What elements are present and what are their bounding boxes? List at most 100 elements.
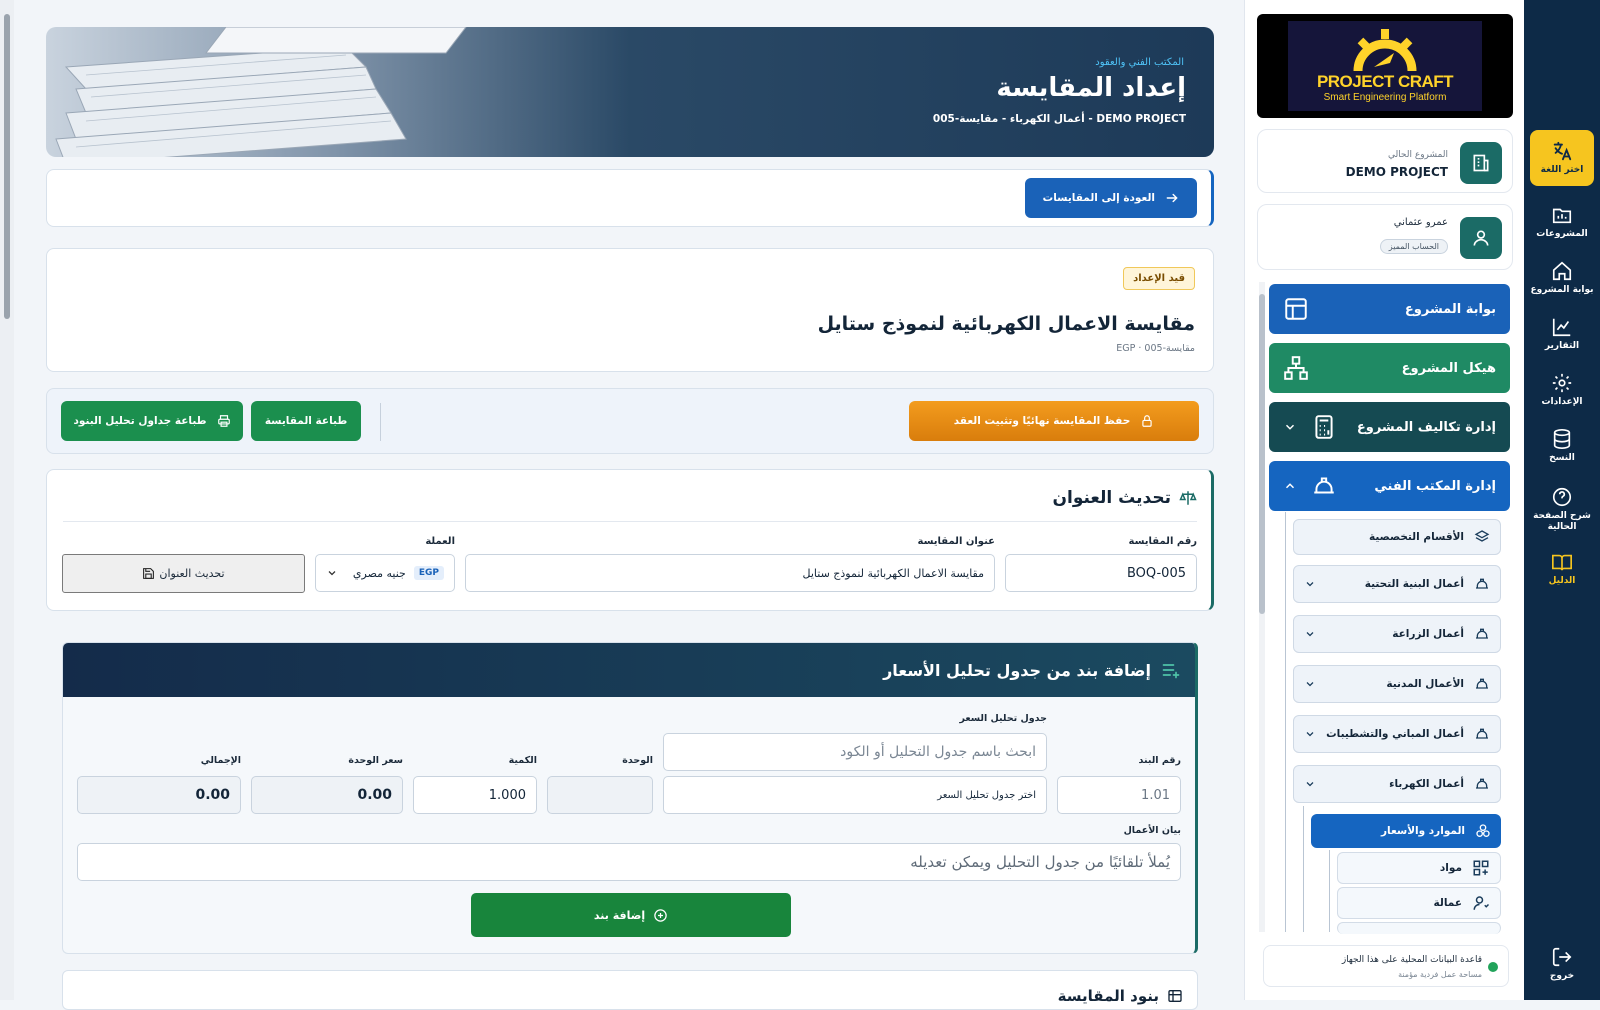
finalize-boq-button[interactable]: حفظ المقايسة نهائيًا وتثبيت العقد: [909, 401, 1199, 441]
boq-items-heading-text: بنود المقايسة: [1057, 987, 1159, 1005]
user-icon: [1460, 217, 1502, 259]
nav-label: إدارة تكاليف المشروع: [1356, 419, 1496, 435]
scrollbar-thumb[interactable]: [4, 14, 10, 319]
print-boq-button[interactable]: طباعة المقايسة: [251, 401, 361, 441]
sidebar-item-civil[interactable]: الأعمال المدنية: [1293, 665, 1501, 703]
icon-rail: اختر اللغة المشروعات بوابة المشروع التقا…: [1524, 0, 1600, 1000]
sidebar-item-partial[interactable]: [1337, 922, 1501, 934]
nav-label: بوابة المشروع: [1404, 301, 1496, 317]
tree-line: [1329, 850, 1330, 932]
boq-number-input[interactable]: BOQ-005: [1005, 554, 1197, 592]
unit-input[interactable]: [547, 776, 653, 814]
sidebar-item-label: أعمال البنية التحتية: [1364, 578, 1464, 590]
nav-technical-office[interactable]: إدارة المكتب الفني: [1269, 461, 1510, 511]
finalize-label: حفظ المقايسة نهائيًا وتثبيت العقد: [953, 415, 1131, 427]
currency-label: العملة: [425, 536, 455, 547]
folder-chart-icon: [1552, 208, 1572, 224]
currency-code: EGP: [413, 566, 444, 580]
db-status-text: قاعدة البيانات المحلية على هذا الجهاز: [1341, 955, 1482, 965]
plus-circle-icon: [654, 908, 667, 922]
home-icon: [1552, 261, 1572, 281]
grid-plus-icon: [1473, 860, 1489, 876]
qty-label: الكمية: [508, 755, 537, 766]
scale-icon: [1179, 491, 1197, 505]
sidebar-item-resources-prices[interactable]: الموارد والأسعار: [1311, 814, 1501, 848]
rail-portal[interactable]: بوابة المشروع: [1530, 252, 1594, 304]
current-project-card[interactable]: المشروع الحالي DEMO PROJECT: [1257, 129, 1513, 193]
status-badge: قيد الإعداد: [1123, 267, 1195, 290]
nav-cost-management[interactable]: إدارة تكاليف المشروع: [1269, 402, 1510, 452]
description-input[interactable]: يُملأ تلقائيًا من جدول التحليل ويمكن تعد…: [77, 843, 1181, 881]
item-no-label: رقم البند: [1138, 755, 1181, 766]
nav-project-structure[interactable]: هيكل المشروع: [1269, 343, 1510, 393]
boq-title-label: عنوان المقايسة: [917, 536, 995, 547]
rail-projects[interactable]: المشروعات: [1530, 196, 1594, 248]
chart-line-icon: [1552, 318, 1571, 337]
rail-language[interactable]: اختر اللغة: [1530, 130, 1594, 186]
sidebar-item-specialized-sections[interactable]: الأقسام التخصصية: [1293, 519, 1501, 555]
add-item-heading-text: إضافة بند من جدول تحليل الأسعار: [883, 660, 1151, 680]
rail-guide[interactable]: الدليل: [1530, 543, 1594, 595]
chevron-up-icon: [1285, 483, 1295, 489]
boq-number-label: رقم المقايسة: [1128, 536, 1197, 547]
sidebar-item-label: الأقسام التخصصية: [1368, 531, 1464, 543]
sidebar-item-labor[interactable]: عمالة: [1337, 887, 1501, 919]
sidebar-item-label: أعمال الكهرباء: [1389, 778, 1464, 790]
sidebar-scrollbar-thumb[interactable]: [1259, 294, 1265, 614]
analysis-search-input[interactable]: ابحث باسم جدول التحليل أو الكود: [663, 733, 1047, 771]
add-item-button[interactable]: إضافة بند: [471, 893, 791, 937]
total-input: 0.00: [77, 776, 241, 814]
rail-label: خروج: [1549, 971, 1575, 981]
logo-title: PROJECT CRAFT: [1316, 72, 1454, 91]
sidebar-item-infrastructure[interactable]: أعمال البنية التحتية: [1293, 565, 1501, 603]
item-no-input[interactable]: 1.01: [1057, 776, 1181, 814]
gear-logo-icon: [1353, 29, 1417, 72]
lock-icon: [1142, 415, 1152, 427]
resources-icon: [1476, 824, 1490, 837]
sidebar-scrollbar[interactable]: [1259, 282, 1265, 932]
rail-logout[interactable]: خروج: [1530, 938, 1594, 990]
description-label: بيان الأعمال: [1123, 825, 1181, 836]
divider: [63, 521, 1197, 522]
user-card[interactable]: عمرو عثماني الحساب المميز: [1257, 204, 1513, 270]
boq-title: مقايسة الاعمال الكهربائية لنموذج ستايل: [817, 313, 1195, 335]
back-bar: العودة إلى المقايسات: [46, 169, 1214, 227]
page-title: إعداد المقايسة: [996, 73, 1186, 103]
layout-icon: [1285, 298, 1307, 320]
divider: [380, 403, 381, 441]
boq-title-input[interactable]: مقايسة الاعمال الكهربائية لنموذج ستايل: [465, 554, 995, 592]
total-label: الإجمالي: [200, 755, 241, 766]
page-scrollbar[interactable]: [0, 0, 14, 1000]
back-to-boqs-button[interactable]: العودة إلى المقايسات: [1024, 178, 1197, 218]
book-open-icon: [1552, 554, 1572, 571]
user-cog-icon: [1473, 896, 1490, 910]
rail-backup[interactable]: النسخ: [1530, 420, 1594, 472]
chevron-down-icon: [328, 571, 336, 576]
sidebar-item-materials[interactable]: مواد: [1337, 852, 1501, 884]
rail-label: شرح الصفحة الحالية: [1533, 510, 1591, 532]
title-update-heading-text: تحديث العنوان: [1052, 488, 1172, 508]
update-title-button[interactable]: تحديث العنوان: [62, 554, 305, 593]
current-project-name: DEMO PROJECT: [1345, 165, 1448, 179]
rail-settings[interactable]: الإعدادات: [1530, 364, 1594, 416]
rail-reports[interactable]: التقارير: [1530, 308, 1594, 360]
sidebar-item-buildings[interactable]: أعمال المباني والتشطيبات: [1293, 715, 1501, 753]
sidebar-item-electrical[interactable]: أعمال الكهرباء: [1293, 765, 1501, 803]
boq-info-card: قيد الإعداد مقايسة الاعمال الكهربائية لن…: [46, 248, 1214, 372]
logo: PROJECT CRAFT Smart Engineering Platform: [1257, 14, 1513, 118]
status-dot: [1488, 962, 1498, 972]
qty-input[interactable]: 1.000: [413, 776, 537, 814]
print-analysis-button[interactable]: طباعة جداول تحليل البنود: [61, 401, 243, 441]
analysis-select[interactable]: اختر جدول تحليل السعر: [663, 776, 1047, 814]
chevron-down-icon: [1306, 632, 1314, 637]
chevron-down-icon: [1306, 582, 1314, 587]
sidebar-item-agriculture[interactable]: أعمال الزراعة: [1293, 615, 1501, 653]
back-button-label: العودة إلى المقايسات: [1042, 192, 1155, 204]
nav-project-portal[interactable]: بوابة المشروع: [1269, 284, 1510, 334]
currency-select[interactable]: EGP جنيه مصري: [315, 554, 455, 592]
sidebar: PROJECT CRAFT Smart Engineering Platform…: [1244, 0, 1524, 1000]
rail-help[interactable]: شرح الصفحة الحالية: [1530, 478, 1594, 540]
building-icon: [1460, 142, 1502, 184]
title-update-heading: تحديث العنوان: [1053, 488, 1198, 508]
list-plus-icon: [1162, 664, 1180, 679]
